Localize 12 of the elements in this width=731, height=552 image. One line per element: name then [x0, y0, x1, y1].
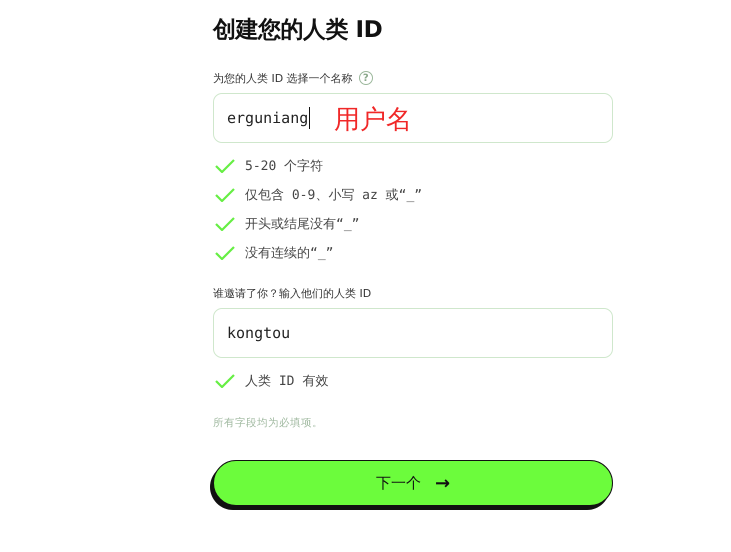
rule-text: 仅包含 0-9、小写 az 或“_”	[245, 187, 422, 204]
field-label: 谁邀请了你？输入他们的人类 ID	[213, 286, 372, 300]
input-field[interactable]: erguniang 用户名	[213, 93, 613, 143]
rule-text: 5-20 个字符	[245, 158, 324, 175]
page-title: 创建您的人类 ID	[213, 16, 384, 45]
rule-text: 开头或结尾没有“_”	[245, 216, 360, 233]
annotation: 用户名	[334, 104, 412, 137]
input-field[interactable]: kongtou	[213, 308, 613, 358]
rule-text: 人类 ID 有效	[245, 373, 328, 390]
field-label: 为您的人类 ID 选择一个名称	[213, 70, 353, 86]
required-note: 所有字段均为必填项。	[213, 416, 324, 430]
rule-text: 没有连续的“_”	[245, 245, 334, 262]
